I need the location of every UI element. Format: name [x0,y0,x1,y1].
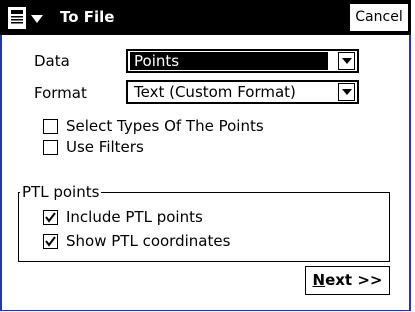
select-types-label: Select Types Of The Points [66,117,264,135]
start-menu-button[interactable] [6,6,56,30]
chevron-down-icon[interactable] [338,83,355,101]
ptl-points-group-title: PTL points [20,183,102,201]
checkmark-icon [45,236,56,247]
next-label: ext >> [325,271,383,289]
use-filters-checkbox[interactable] [43,140,58,155]
include-ptl-checkbox[interactable] [43,210,58,225]
chevron-down-icon[interactable] [338,52,355,70]
cancel-button[interactable]: Cancel [349,3,409,32]
data-label: Data [34,52,70,70]
checkmark-icon [45,212,56,223]
data-select-value: Points [130,52,328,70]
show-ptl-coords-label: Show PTL coordinates [66,232,231,250]
window-title: To File [60,8,115,26]
include-ptl-label: Include PTL points [66,208,203,226]
select-types-checkbox[interactable] [43,119,58,134]
use-filters-label: Use Filters [66,138,144,156]
format-select-value: Text (Custom Format) [134,83,296,101]
ptl-points-group [18,192,390,262]
next-mnemonic: N [312,271,326,289]
format-select[interactable]: Text (Custom Format) [126,80,359,104]
show-ptl-coords-checkbox[interactable] [43,234,58,249]
title-bar: To File Cancel [0,0,411,35]
data-select[interactable]: Points [126,49,359,73]
window-frame [0,0,411,311]
start-menu-icon [8,7,43,29]
format-label: Format [34,84,87,102]
next-button[interactable]: Next >> [305,266,390,295]
